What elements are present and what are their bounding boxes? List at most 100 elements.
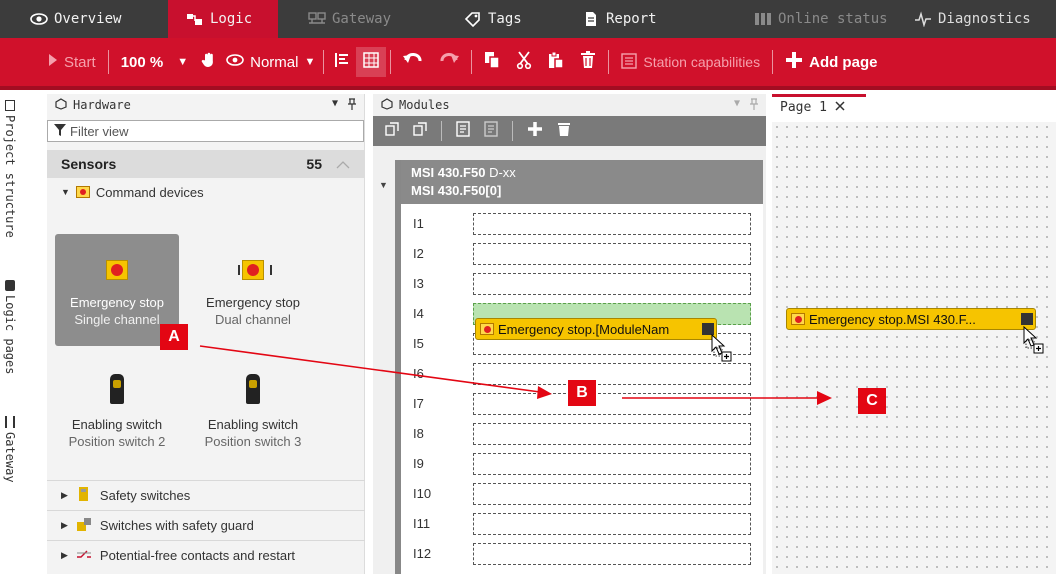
- modules-panel-header: Modules ▼: [373, 94, 766, 116]
- input-slot[interactable]: [473, 422, 751, 445]
- station-capabilities-button[interactable]: Station capabilities: [613, 38, 768, 86]
- add-module-icon[interactable]: [527, 121, 543, 142]
- input-slot[interactable]: [473, 452, 751, 475]
- chevron-right-icon: ▶: [61, 550, 68, 560]
- marker-label: A: [168, 328, 180, 345]
- trash-icon: [580, 51, 596, 73]
- input-slot[interactable]: [473, 212, 751, 235]
- grid-toggle-button[interactable]: [356, 47, 387, 77]
- category-label: Command devices: [95, 184, 204, 200]
- input-slot[interactable]: [473, 272, 751, 295]
- tab-overview[interactable]: Overview: [0, 0, 168, 38]
- annotation-marker-c: C: [858, 388, 886, 414]
- chevron-right-icon: ▶: [61, 520, 68, 530]
- page-tab-label: Page 1: [780, 100, 827, 115]
- tab-label: Diagnostics: [938, 11, 1031, 27]
- emergency-stop-dual-channel-tile[interactable]: Emergency stop Dual channel: [191, 234, 315, 346]
- tab-tags[interactable]: Tags: [424, 0, 542, 38]
- toolbar-divider: [390, 50, 392, 74]
- logic-page-canvas[interactable]: [772, 122, 1056, 574]
- tag-icon: [464, 11, 482, 28]
- input-slot[interactable]: [473, 542, 751, 565]
- view-mode-select[interactable]: Normal ▼: [222, 38, 319, 86]
- input-slot[interactable]: [473, 362, 751, 385]
- input-label: I10: [413, 486, 432, 501]
- sidebar-item-logic-pages[interactable]: Logic pages: [0, 280, 20, 374]
- hardware-icon: [55, 97, 67, 113]
- tile-subtitle: Single channel: [74, 312, 160, 327]
- delete-button[interactable]: [572, 38, 604, 86]
- sidebar-item-gateway[interactable]: Gateway: [0, 416, 20, 483]
- module-list-icon[interactable]: [484, 120, 498, 142]
- tile-subtitle: Position switch 2: [68, 434, 166, 449]
- potential-free-contacts-category[interactable]: ▶ Potential-free contacts and restart: [47, 540, 365, 570]
- input-row-i12: I12: [401, 540, 769, 567]
- close-icon[interactable]: [835, 100, 845, 115]
- input-slot[interactable]: [473, 512, 751, 535]
- tab-diagnostics[interactable]: Diagnostics: [894, 0, 1056, 38]
- category-label: Safety switches: [99, 488, 191, 503]
- tab-page-1[interactable]: Page 1: [772, 94, 866, 118]
- redo-button[interactable]: [431, 38, 467, 86]
- input-slot[interactable]: [473, 242, 751, 265]
- toolbar-divider: [107, 50, 109, 74]
- annotation-marker-b: B: [568, 380, 596, 406]
- input-label: I11: [413, 516, 431, 531]
- safety-switches-category[interactable]: ▶ Safety switches: [47, 480, 365, 510]
- expand-all-icon[interactable]: [385, 121, 399, 141]
- pan-hand-button[interactable]: [196, 38, 222, 86]
- toolbar-divider: [441, 121, 442, 141]
- copy-button[interactable]: [476, 38, 508, 86]
- sidebar-item-project-structure[interactable]: Project structure: [0, 100, 20, 238]
- input-row-i9: I9: [401, 450, 769, 477]
- play-icon: [48, 53, 58, 71]
- cut-button[interactable]: [508, 38, 540, 86]
- safety-switch-icon: [76, 486, 92, 505]
- enabling-switch-position-2-tile[interactable]: Enabling switch Position switch 2: [55, 360, 179, 472]
- toolbar-divider: [772, 50, 774, 74]
- input-slot[interactable]: [473, 392, 751, 415]
- pin-icon[interactable]: [348, 97, 356, 113]
- input-element-chip[interactable]: Emergency stop.[ModuleNam: [475, 318, 717, 340]
- filter-view-input[interactable]: Filter view: [47, 120, 364, 142]
- undo-button[interactable]: [395, 38, 431, 86]
- add-page-button[interactable]: Add page: [777, 38, 885, 86]
- category-label: Potential-free contacts and restart: [99, 548, 296, 563]
- enabling-switch-position-3-tile[interactable]: Enabling switch Position switch 3: [191, 360, 315, 472]
- module-collapse-icon[interactable]: ▼: [379, 180, 388, 190]
- module-name: MSI 430.F50: [411, 165, 486, 180]
- module-settings-icon[interactable]: [456, 120, 470, 142]
- collapse-all-icon[interactable]: [413, 121, 427, 141]
- align-button[interactable]: [328, 38, 356, 86]
- tab-label: Online status: [778, 11, 888, 27]
- input-label: I4: [413, 306, 424, 321]
- tab-gateway[interactable]: Gateway: [278, 0, 424, 38]
- command-devices-category[interactable]: ▼ Command devices: [47, 178, 364, 206]
- panel-menu-icon[interactable]: ▼: [734, 98, 740, 113]
- switches-with-safety-guard-category[interactable]: ▶ Switches with safety guard: [47, 510, 365, 540]
- sidebar-item-label: Logic pages: [3, 295, 17, 375]
- input-row-i1: I1: [401, 210, 769, 237]
- tile-title: Enabling switch: [207, 417, 299, 432]
- sensors-group-header[interactable]: Sensors 55: [47, 150, 364, 178]
- start-button[interactable]: Start: [0, 38, 104, 86]
- panel-menu-icon[interactable]: ▼: [332, 98, 338, 113]
- command-device-icon: [75, 186, 90, 198]
- contact-icon: [76, 548, 92, 563]
- tab-online-status[interactable]: Online status: [722, 0, 894, 38]
- modules-toolbar: [373, 116, 766, 146]
- online-status-icon: [754, 11, 772, 27]
- toolbar-divider: [512, 121, 513, 141]
- input-label: I8: [413, 426, 424, 441]
- paste-button[interactable]: [540, 38, 572, 86]
- sidebar-item-label: Project structure: [3, 115, 17, 238]
- tab-logic[interactable]: Logic: [168, 0, 278, 38]
- input-slot[interactable]: [473, 482, 751, 505]
- canvas-element-chip[interactable]: Emergency stop.MSI 430.F...: [786, 308, 1036, 330]
- remove-module-icon[interactable]: [557, 121, 571, 142]
- logic-toolbar: Start 100 % ▼ Normal ▼ Station capabilit…: [0, 38, 1056, 90]
- zoom-select[interactable]: 100 % ▼: [113, 38, 196, 86]
- tab-report[interactable]: Report: [542, 0, 722, 38]
- pin-icon[interactable]: [750, 97, 758, 113]
- tile-title: Enabling switch: [71, 417, 163, 432]
